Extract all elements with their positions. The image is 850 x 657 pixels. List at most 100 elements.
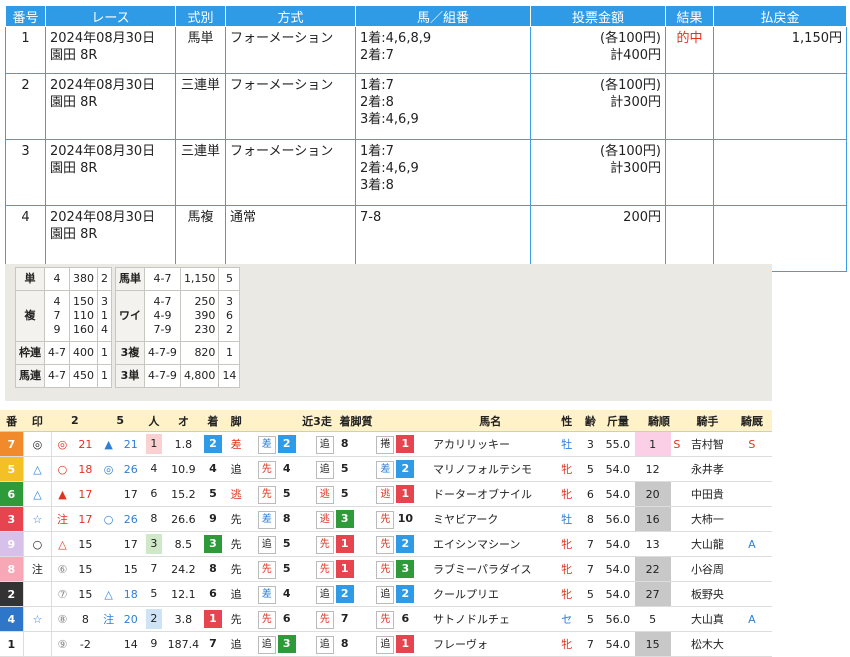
race-rank: 1	[396, 484, 415, 503]
score-2: 15	[72, 531, 99, 557]
recent-race-2: 先1	[305, 556, 364, 582]
bet-method: フォーメーション	[225, 139, 356, 206]
running-style: 差	[224, 431, 248, 457]
odds: 26.6	[165, 506, 202, 532]
horse-row[interactable]: 9 ○ △ 15 17 3 8.5 3 先追 5 先 1 先 2 エイシンマシーン牝 7 54.0 13 大山龍 A	[0, 531, 772, 557]
horse-name[interactable]: ミヤビアーク	[426, 506, 554, 532]
horse-row[interactable]: 8 注 ⑥ 15 15 7 24.2 8 先先 5 先 1 先 3 ラブミーパラダイス牝 7 54.0 22 小谷周	[0, 556, 772, 582]
running-style: 追	[224, 581, 248, 607]
popularity-value: 4	[150, 462, 158, 475]
weight: 54.0	[600, 456, 635, 482]
recent-race-1: 先6	[247, 606, 306, 632]
score-2: 17	[72, 481, 99, 507]
race-rank: 5	[335, 484, 354, 503]
prediction-mark: ◎	[22, 431, 53, 457]
bet-payout	[713, 205, 847, 272]
race-style: 先	[315, 610, 334, 629]
payout-rank: 1	[218, 341, 241, 365]
score-5: 18	[119, 581, 143, 607]
horse-name[interactable]: フレーヴォ	[426, 631, 554, 657]
horse-name[interactable]: マリノフォルテシモ	[426, 456, 554, 482]
horse-number: 3	[0, 506, 24, 532]
horse-name[interactable]: エイシンマシーン	[426, 531, 554, 557]
score-2: 18	[72, 456, 99, 482]
col-weight: 斤量	[600, 410, 635, 432]
popularity: 1	[142, 431, 166, 457]
mark-5	[98, 631, 120, 657]
chakukyaku-label: 着脚質	[339, 414, 373, 428]
horse-row[interactable]: 1 ⑨ -2 14 9 187.4 7 追追 3 追 8 追 1 フレーヴォ牝 7 54.0 15 松木大	[0, 631, 772, 657]
recent-race-3: 先3	[363, 556, 427, 582]
jockey-rank: 1	[634, 431, 671, 457]
sex: 牝	[553, 581, 580, 607]
bet-race: 2024年08月30日 園田 8R	[45, 26, 176, 74]
running-style: 先	[224, 506, 248, 532]
mark-2: △	[51, 531, 73, 557]
payout-row: 馬連 4-7 450 1	[15, 364, 112, 388]
jockey: 松木大	[683, 631, 732, 657]
horse-name[interactable]: アカリリッキー	[426, 431, 554, 457]
horse-row[interactable]: 2 ⑦ 15 △ 18 5 12.1 6 追差 4 追 2 追 2 クールプリエ牝 5 54.0 27 板野央	[0, 581, 772, 607]
sex: 牡	[553, 506, 580, 532]
sex: 牝	[553, 631, 580, 657]
race-rank: 1	[335, 559, 354, 578]
sex: 牝	[553, 531, 580, 557]
col-kinsou: 近3走 着脚質	[247, 410, 427, 432]
recent-race-3: 捲1	[363, 431, 427, 457]
bet-type: 三連単	[175, 139, 226, 206]
race-style: 逃	[315, 510, 334, 529]
header-race: レース	[45, 5, 176, 27]
bet-no: 4	[5, 205, 46, 272]
recent-race-3: 差2	[363, 456, 427, 482]
prediction-mark	[22, 631, 53, 657]
mark-5: △	[98, 581, 120, 607]
horse-row[interactable]: 4 ☆ ⑧ 8 注 20 2 3.8 1 先先 6 先 7 先 6 サトノドルチェセ 5 56.0 5 大山真 A	[0, 606, 772, 632]
bet-result: 的中	[665, 26, 714, 74]
mark-2: ⑥	[51, 556, 73, 582]
jockey-stable	[731, 556, 772, 582]
age: 6	[579, 481, 601, 507]
payout-kind: 枠連	[15, 341, 45, 365]
horse-row[interactable]: 5 △ ○ 18 ◎ 26 4 10.9 4 追先 4 追 5 差 2 マリノフォルテシモ牝 5 54.0 12 永井…	[0, 456, 772, 482]
header-no: 番号	[5, 5, 46, 27]
payout-combo: 4	[44, 267, 70, 291]
bet-row: 4 2024年08月30日 園田 8R 馬複 通常 7-8 200円	[5, 205, 847, 272]
finish: 9	[201, 506, 225, 532]
finish-value: 1	[203, 610, 222, 628]
sex: 牡	[553, 431, 580, 457]
bet-no: 2	[5, 73, 46, 140]
race-rank: 1	[396, 634, 415, 653]
jockey-rank: 20	[634, 481, 671, 507]
horse-header-row: 番 印 2 5 人 オ 着 脚 近3走 着脚質 馬名 性 齢 斤量 騎順 騎手 …	[0, 410, 772, 432]
horse-row[interactable]: 6 △ ▲ 17 17 6 15.2 5 逃先 5 逃 5 逃 1 ドーターオブナイル牝 6 54.0 20 中田貴	[0, 481, 772, 507]
recent-race-2: 先1	[305, 531, 364, 557]
jockey: 吉村智	[683, 431, 732, 457]
recent-race-1: 先5	[247, 481, 306, 507]
horse-name[interactable]: ドーターオブナイル	[426, 481, 554, 507]
col-ninki: 人	[142, 410, 166, 432]
popularity-value: 5	[150, 587, 158, 600]
race-rank: 2	[277, 434, 296, 453]
payout-row: 馬単 4-7 1,150 5	[115, 267, 241, 291]
race-rank: 4	[277, 459, 296, 478]
score-5: 17	[119, 481, 143, 507]
bet-amount: (各100円) 計300円	[530, 139, 666, 206]
horse-number: 7	[0, 431, 24, 457]
horse-row[interactable]: 7 ◎ ◎ 21 ▲ 21 1 1.8 2 差差 2 追 8 捲 1 アカリリッキー牡 3 55.0 1 S 吉村智 S	[0, 431, 772, 457]
payout-rank: 3 1 4	[96, 290, 112, 342]
score-5: 15	[119, 556, 143, 582]
horse-row[interactable]: 3 ☆ 注 17 ○ 26 8 26.6 9 先差 8 逃 3 先 10 ミヤビアーク牡 8 56.0 16 大柿一	[0, 506, 772, 532]
bet-result	[665, 139, 714, 206]
race-rank: 8	[335, 634, 354, 653]
recent-race-1: 追3	[247, 631, 306, 657]
horse-name[interactable]: クールプリエ	[426, 581, 554, 607]
race-style: 追	[376, 585, 395, 604]
payout-kind: 3複	[115, 341, 145, 365]
finish: 6	[201, 581, 225, 607]
popularity-value: 1	[145, 434, 162, 454]
recent-race-2: 追5	[305, 456, 364, 482]
horse-name[interactable]: サトノドルチェ	[426, 606, 554, 632]
payout-amount: 380	[68, 267, 98, 291]
horse-name[interactable]: ラブミーパラダイス	[426, 556, 554, 582]
weight: 54.0	[600, 631, 635, 657]
